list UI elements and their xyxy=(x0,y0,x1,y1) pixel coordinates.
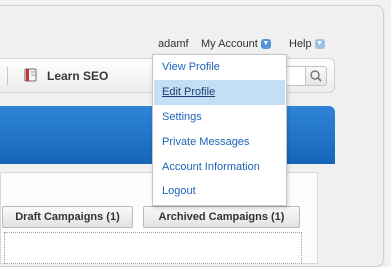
search-button[interactable] xyxy=(305,66,327,86)
menu-item-account-information[interactable]: Account Information xyxy=(154,155,285,180)
username-link[interactable]: adamf xyxy=(158,38,189,50)
help-menu[interactable]: Help ▼ xyxy=(289,38,325,50)
tab-archived-campaigns[interactable]: Archived Campaigns (1) xyxy=(143,206,300,228)
search-input[interactable] xyxy=(284,66,307,86)
account-dropdown-menu: View Profile Edit Profile Settings Priva… xyxy=(152,54,287,206)
menu-item-settings[interactable]: Settings xyxy=(154,105,285,130)
menu-item-view-profile[interactable]: View Profile xyxy=(154,55,285,80)
my-account-label: My Account xyxy=(201,38,258,50)
menu-item-private-messages[interactable]: Private Messages xyxy=(154,130,285,155)
menu-item-logout[interactable]: Logout xyxy=(154,179,285,204)
tab-draft-campaigns[interactable]: Draft Campaigns (1) xyxy=(2,206,133,228)
chevron-down-icon: ▼ xyxy=(260,39,271,50)
menu-item-edit-profile[interactable]: Edit Profile xyxy=(154,80,285,105)
toolbar-divider xyxy=(7,67,8,85)
learn-seo-link[interactable]: Learn SEO xyxy=(47,69,108,83)
book-icon xyxy=(24,68,37,82)
help-label: Help xyxy=(289,38,312,50)
campaign-table xyxy=(4,232,302,264)
magnifier-icon xyxy=(310,70,322,82)
chevron-down-icon: ▼ xyxy=(314,39,325,50)
my-account-menu[interactable]: My Account ▼ xyxy=(201,38,271,50)
